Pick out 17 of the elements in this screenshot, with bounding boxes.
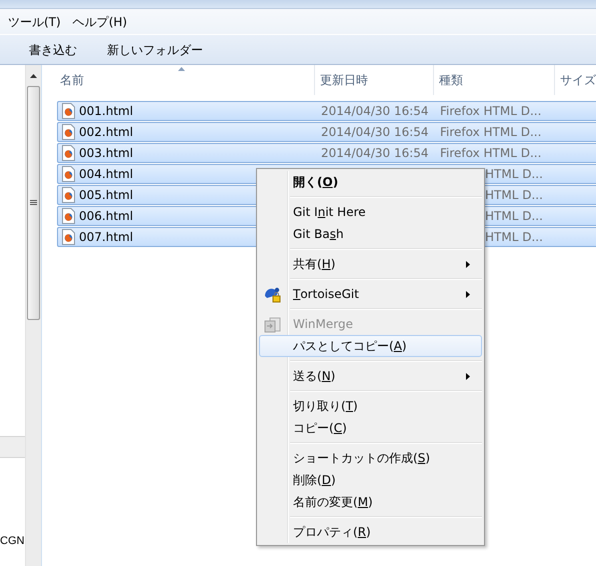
date-cell-text: 2014/04/30 16:54 (320, 125, 430, 139)
file-name: 005.html (79, 188, 134, 202)
type-cell-text: HTML D... (484, 188, 543, 202)
file-name: 007.html (79, 230, 134, 244)
type-cell-text: Firefox HTML D... (439, 146, 542, 160)
type-cell-text: Firefox HTML D... (439, 125, 542, 139)
file-name: 003.html (79, 146, 134, 160)
type-cell-text: Firefox HTML D... (439, 104, 542, 118)
date-cell-text: 2014/04/30 16:54 (320, 104, 430, 118)
type-cell-text: HTML D... (484, 230, 543, 244)
type-cell-text: HTML D... (484, 209, 543, 223)
file-name: 004.html (79, 167, 134, 181)
date-cell-text: 2014/04/30 16:54 (320, 146, 430, 160)
type-cell-text: HTML D... (484, 167, 543, 181)
file-name: 002.html (79, 125, 134, 139)
file-name: 001.html (79, 104, 134, 118)
file-name: 006.html (79, 209, 134, 223)
